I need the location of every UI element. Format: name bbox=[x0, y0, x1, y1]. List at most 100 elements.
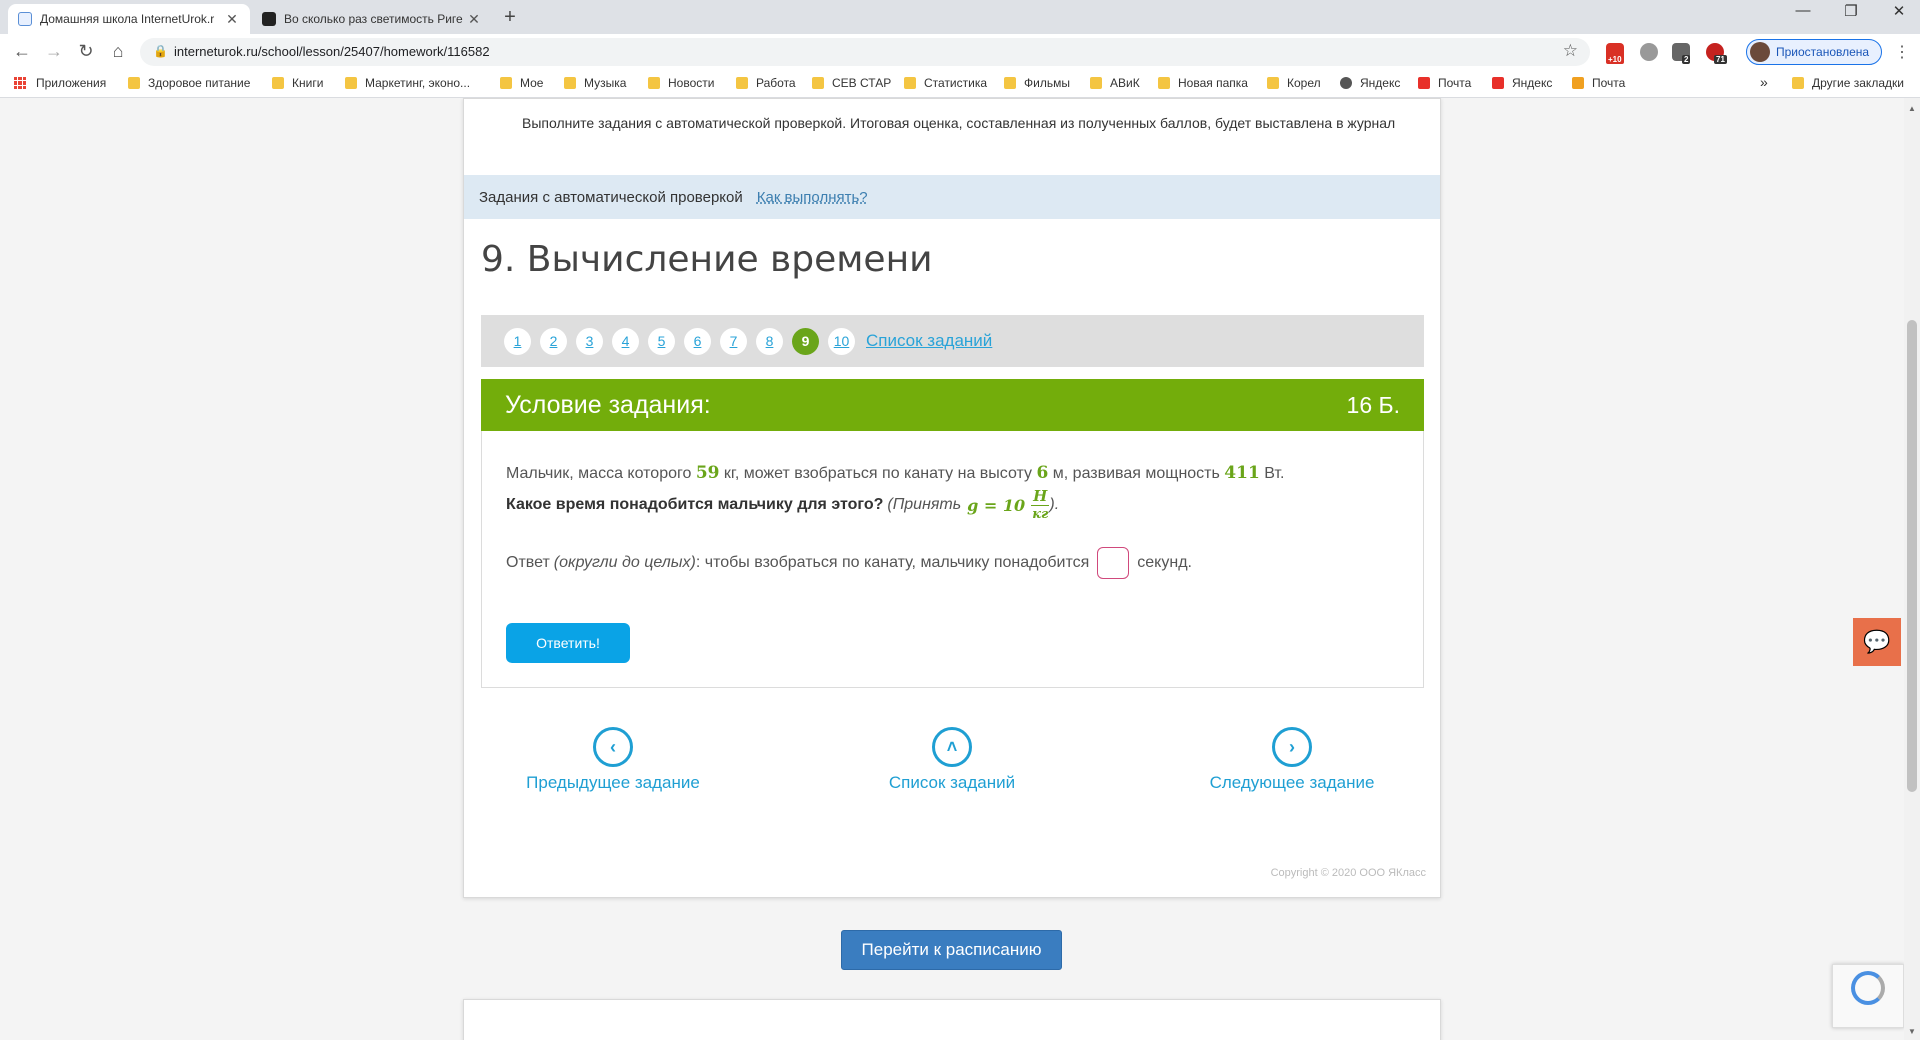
new-tab-icon[interactable]: + bbox=[498, 6, 522, 29]
bookmark-folder[interactable]: Новости bbox=[648, 76, 714, 90]
bookmark-link[interactable]: Почта bbox=[1418, 76, 1471, 90]
prev-task-nav[interactable]: ‹ Предыдущее задание bbox=[503, 727, 723, 793]
page-3-button[interactable]: 3 bbox=[576, 327, 603, 355]
bookmark-folder[interactable]: Статистика bbox=[904, 76, 987, 90]
fraction-numerator: Н bbox=[1031, 486, 1050, 506]
home-icon[interactable]: ⌂ bbox=[106, 41, 130, 62]
page-2-button[interactable]: 2 bbox=[540, 327, 567, 355]
page-1-button[interactable]: 1 bbox=[504, 327, 531, 355]
power-value: 411 bbox=[1224, 463, 1260, 483]
bookmark-label: Фильмы bbox=[1024, 76, 1070, 90]
address-bar[interactable]: 🔒 interneturok.ru/school/lesson/25407/ho… bbox=[140, 38, 1590, 66]
bookmark-label: Яндекс bbox=[1360, 76, 1401, 90]
znanija-favicon-icon bbox=[262, 12, 276, 26]
bookmark-folder[interactable]: Здоровое питание bbox=[128, 76, 250, 90]
page-6-button[interactable]: 6 bbox=[684, 327, 711, 355]
bookmark-folder[interactable]: АВиК bbox=[1090, 76, 1140, 90]
next-task-nav[interactable]: › Следующее задание bbox=[1182, 727, 1402, 793]
scroll-up-icon[interactable]: ▲ bbox=[1908, 104, 1916, 113]
close-tab-icon[interactable]: ✕ bbox=[466, 11, 482, 28]
bookmark-label: Мое bbox=[520, 76, 544, 90]
extension-badge: 2 bbox=[1682, 55, 1691, 64]
go-to-schedule-button[interactable]: Перейти к расписанию bbox=[841, 930, 1062, 970]
close-tab-icon[interactable]: ✕ bbox=[224, 11, 240, 28]
bookmark-folder[interactable]: Маркетинг, эконо... bbox=[345, 76, 470, 90]
page-scrollbar[interactable]: ▲ ▼ bbox=[1904, 98, 1920, 1040]
tab-interneturok[interactable]: Домашняя школа InternetUrok.r ✕ bbox=[8, 4, 250, 34]
bookmark-label: Корел bbox=[1287, 76, 1321, 90]
chevron-up-icon[interactable]: ˄ bbox=[932, 727, 972, 767]
url-text: interneturok.ru/school/lesson/25407/home… bbox=[174, 44, 490, 59]
bookmarks-overflow-icon[interactable]: » bbox=[1760, 74, 1768, 90]
task-list-label[interactable]: Список заданий bbox=[842, 773, 1062, 793]
next-card bbox=[463, 999, 1441, 1040]
folder-icon bbox=[1792, 77, 1804, 89]
bookmark-folder[interactable]: Мое bbox=[500, 76, 543, 90]
answer-text: : чтобы взобраться по канату, мальчику п… bbox=[695, 554, 1090, 571]
page-9-current[interactable]: 9 bbox=[792, 327, 819, 355]
avatar bbox=[1750, 42, 1770, 62]
bookmark-label: СЕВ СТАР bbox=[832, 76, 892, 90]
profile-button[interactable]: Приостановлена bbox=[1746, 39, 1882, 65]
bookmark-apps[interactable]: Приложения bbox=[14, 76, 106, 90]
task-list-link[interactable]: Список заданий bbox=[866, 331, 992, 351]
bookmark-folder[interactable]: Фильмы bbox=[1004, 76, 1070, 90]
question-text: м, развивая мощность bbox=[1048, 465, 1225, 482]
menu-kebab-icon[interactable]: ⋮ bbox=[1894, 42, 1910, 62]
scrollbar-thumb[interactable] bbox=[1907, 320, 1917, 792]
scroll-down-icon[interactable]: ▼ bbox=[1908, 1027, 1916, 1036]
folder-icon bbox=[128, 77, 140, 89]
chevron-left-icon[interactable]: ‹ bbox=[593, 727, 633, 767]
forward-icon[interactable]: → bbox=[42, 41, 66, 62]
close-window-icon[interactable]: ✕ bbox=[1884, 2, 1914, 20]
answer-input[interactable] bbox=[1097, 547, 1130, 579]
question-line-2: Какое время понадобится мальчику для это… bbox=[506, 483, 1059, 527]
tab-second[interactable]: Во сколько раз светимость Риге ✕ bbox=[252, 4, 492, 34]
reload-icon[interactable]: ↻ bbox=[74, 41, 98, 62]
extension-badge: +10 bbox=[1606, 55, 1624, 64]
bookmark-folder[interactable]: СЕВ СТАР bbox=[812, 76, 891, 90]
page-5-button[interactable]: 5 bbox=[648, 327, 675, 355]
bookmark-folder[interactable]: Книги bbox=[272, 76, 323, 90]
folder-icon bbox=[1090, 77, 1102, 89]
task-list-nav[interactable]: ˄ Список заданий bbox=[842, 727, 1062, 793]
back-icon[interactable]: ← bbox=[10, 41, 34, 62]
page-8-button[interactable]: 8 bbox=[756, 327, 783, 355]
bookmark-link[interactable]: Яндекс bbox=[1492, 76, 1552, 90]
page-4-button[interactable]: 4 bbox=[612, 327, 639, 355]
prev-task-label[interactable]: Предыдущее задание bbox=[503, 773, 723, 793]
fraction: Н кг bbox=[1031, 486, 1050, 524]
yandex-icon bbox=[1418, 77, 1430, 89]
page-7-button[interactable]: 7 bbox=[720, 327, 747, 355]
bookmark-link[interactable]: Яндекс bbox=[1340, 76, 1400, 90]
bookmark-label: Маркетинг, эконо... bbox=[365, 76, 471, 90]
minimize-icon[interactable]: — bbox=[1788, 2, 1818, 19]
submit-answer-button[interactable]: Ответить! bbox=[506, 623, 630, 663]
other-bookmarks[interactable]: Другие закладки bbox=[1792, 76, 1904, 90]
tab-title: Домашняя школа InternetUrok.r bbox=[40, 12, 215, 26]
extension-badge: 71 bbox=[1714, 55, 1727, 64]
next-task-label[interactable]: Следующее задание bbox=[1182, 773, 1402, 793]
bookmark-folder[interactable]: Корел bbox=[1267, 76, 1321, 90]
bookmark-folder[interactable]: Работа bbox=[736, 76, 796, 90]
page-10-button[interactable]: 10 bbox=[828, 327, 855, 355]
condition-body: Мальчик, масса которого 59 кг, может взо… bbox=[481, 431, 1424, 688]
bookmark-folder[interactable]: Музыка bbox=[564, 76, 626, 90]
recaptcha-badge[interactable] bbox=[1832, 964, 1904, 1028]
bookmark-label: Почта bbox=[1592, 76, 1626, 90]
chevron-right-icon[interactable]: › bbox=[1272, 727, 1312, 767]
bookmark-link[interactable]: Почта bbox=[1572, 76, 1625, 90]
bookmark-label: Новости bbox=[668, 76, 715, 90]
how-to-link[interactable]: Как выполнять? bbox=[757, 189, 868, 206]
extension-icon[interactable] bbox=[1640, 43, 1658, 61]
chat-icon[interactable]: 💬 bbox=[1853, 618, 1901, 666]
restore-icon[interactable]: ❐ bbox=[1836, 2, 1866, 20]
page-title: 9. Вычисление времени bbox=[481, 239, 933, 280]
bookmark-star-icon[interactable]: ☆ bbox=[1563, 41, 1578, 61]
bookmark-label: Здоровое питание bbox=[148, 76, 251, 90]
folder-icon bbox=[1267, 77, 1279, 89]
folder-icon bbox=[564, 77, 576, 89]
bookmark-label: АВиК bbox=[1110, 76, 1140, 90]
bookmark-folder[interactable]: Новая папка bbox=[1158, 76, 1248, 90]
folder-icon bbox=[1004, 77, 1016, 89]
